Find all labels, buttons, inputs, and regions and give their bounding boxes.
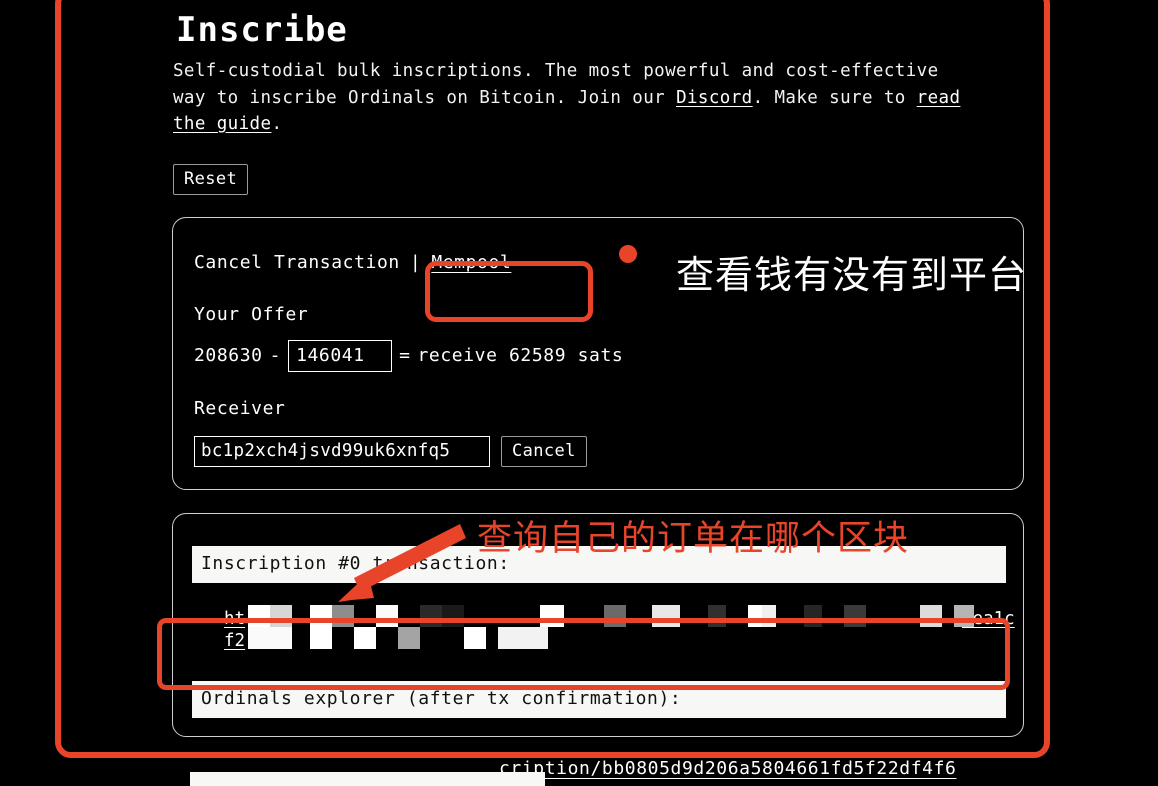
cancel-transaction-header: Cancel Transaction | Mempool [194, 248, 1005, 278]
redaction-block [420, 604, 442, 627]
header-separator: | [409, 251, 422, 273]
redacted-url-prefix-line1[interactable]: ht [224, 609, 245, 630]
redaction-block [708, 604, 726, 627]
description-text-part-2: . Make sure to [752, 87, 917, 108]
redaction-block [248, 604, 270, 627]
redaction-block [762, 604, 776, 627]
redaction-block [844, 604, 866, 627]
redaction-block [248, 626, 292, 649]
redaction-block [398, 626, 420, 649]
mempool-link[interactable]: Mempool [431, 252, 511, 273]
cancel-transaction-heading: Cancel Transaction [194, 251, 400, 273]
redaction-block [442, 604, 464, 627]
inscription-transaction-label: Inscription #0 transaction: [192, 545, 1006, 583]
redaction-block [652, 604, 680, 627]
receiver-row: Cancel [194, 435, 1005, 467]
bottom-readout-strip [190, 772, 545, 786]
cancel-button[interactable]: Cancel [501, 435, 587, 467]
redaction-block [332, 604, 354, 627]
redaction-block [954, 604, 974, 627]
offer-equals-sign: = [399, 345, 411, 366]
redaction-block [354, 626, 376, 649]
redaction-block [310, 626, 332, 649]
redaction-block [804, 604, 822, 627]
redaction-block [920, 604, 942, 627]
redaction-block [748, 604, 762, 627]
page-title: Inscribe [176, 10, 348, 50]
page-description: Self-custodial bulk inscriptions. The mo… [172, 58, 973, 138]
your-offer-label: Your Offer [194, 303, 309, 325]
redaction-block [376, 604, 398, 627]
discord-link[interactable]: Discord [676, 88, 753, 108]
redaction-block [464, 626, 486, 649]
redaction-block [540, 604, 564, 627]
ordinals-explorer-url-link[interactable]: cription/bb0805d9d206a5804661fd5f22df4f6 [499, 758, 956, 779]
offer-fee-input[interactable] [288, 339, 393, 372]
cancel-transaction-card: Cancel Transaction | Mempool Your Offer 20… [172, 216, 1024, 490]
reset-button[interactable]: Reset [173, 163, 249, 195]
description-text-part-3: . [271, 114, 283, 134]
redaction-block [498, 626, 548, 649]
offer-total-value: 208630 [194, 345, 263, 366]
redacted-url-prefix-line2[interactable]: f2 [224, 631, 245, 652]
content-column: Inscribe Self-custodial bulk inscription… [172, 0, 1024, 737]
receiver-label: Receiver [194, 397, 286, 419]
offer-result-text: receive 62589 sats [417, 345, 624, 366]
reset-button-row: Reset [172, 163, 1024, 195]
redaction-block [310, 604, 332, 627]
redaction-block [270, 604, 292, 627]
redaction-block [604, 604, 626, 627]
transaction-links-card: Inscription #0 transaction: ht f2 eea1c [172, 512, 1024, 737]
app-page: Inscribe Self-custodial bulk inscription… [0, 0, 1158, 786]
ordinals-explorer-label: Ordinals explorer (after tx confirmation… [192, 680, 1006, 718]
offer-minus-sign: - [269, 345, 282, 366]
redacted-transaction-url[interactable]: ht f2 eea1c [192, 601, 1015, 655]
offer-calculation-row: 208630 - = receive 62589 sats [194, 339, 1005, 372]
receiver-address-input[interactable] [194, 435, 490, 467]
